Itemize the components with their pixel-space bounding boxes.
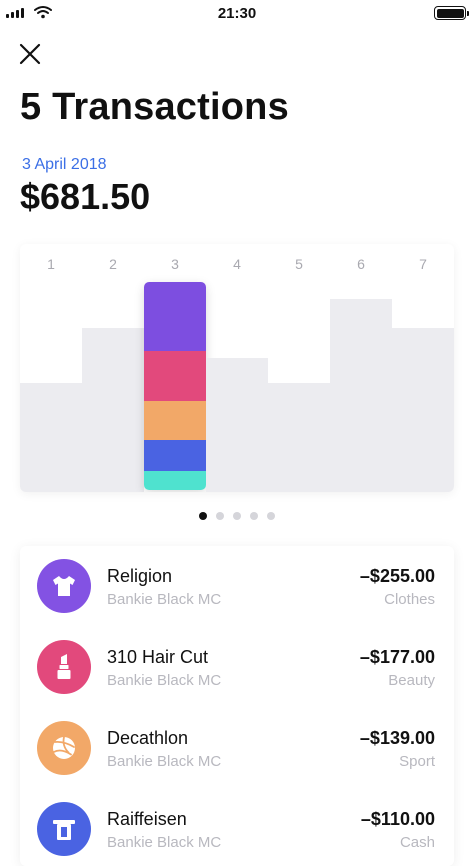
day-bar-1[interactable] bbox=[20, 383, 82, 492]
transaction-name: Raiffeisen bbox=[107, 809, 187, 829]
transaction-amount: –$255.00 bbox=[359, 566, 435, 586]
close-button[interactable] bbox=[18, 42, 42, 66]
transaction-account: Bankie Black MC bbox=[107, 672, 222, 689]
bar-segment-1 bbox=[144, 282, 206, 351]
transaction-row-decathlon[interactable]: Decathlon Bankie Black MC –$139.00 Sport bbox=[20, 708, 454, 789]
day-label-5[interactable]: 5 bbox=[268, 256, 330, 272]
daily-spending-chart[interactable]: 1234567 bbox=[20, 244, 454, 492]
tx-icon-circle bbox=[37, 802, 91, 856]
lipstick-icon bbox=[57, 654, 71, 679]
chart-pager[interactable] bbox=[0, 512, 474, 520]
atm-card-icon bbox=[53, 820, 75, 840]
day-label-6[interactable]: 6 bbox=[330, 256, 392, 272]
transaction-amount: –$177.00 bbox=[359, 647, 435, 667]
transaction-row-hair-cut[interactable]: 310 Hair Cut Bankie Black MC –$177.00 Be… bbox=[20, 627, 454, 708]
page-dot-2[interactable] bbox=[216, 512, 224, 520]
day-label-1[interactable]: 1 bbox=[20, 256, 82, 272]
tx-icon-circle bbox=[37, 721, 91, 775]
page-dot-3[interactable] bbox=[233, 512, 241, 520]
transaction-category: Sport bbox=[399, 753, 435, 770]
transaction-category: Beauty bbox=[388, 672, 435, 689]
volleyball-icon bbox=[52, 736, 75, 759]
transaction-row-raiffeisen[interactable]: Raiffeisen Bankie Black MC –$110.00 Cash bbox=[20, 789, 454, 866]
page-title: 5 Transactions bbox=[20, 86, 289, 128]
close-icon bbox=[19, 43, 41, 65]
transaction-row-religion[interactable]: Religion Bankie Black MC –$255.00 Clothe… bbox=[20, 546, 454, 627]
day-label-3[interactable]: 3 bbox=[144, 256, 206, 272]
transaction-date: 3 April 2018 bbox=[22, 156, 107, 173]
transaction-amount: –$139.00 bbox=[359, 728, 435, 748]
transaction-list: Religion Bankie Black MC –$255.00 Clothe… bbox=[20, 546, 454, 866]
transaction-name: 310 Hair Cut bbox=[107, 647, 209, 667]
battery-icon bbox=[434, 6, 469, 20]
transaction-account: Bankie Black MC bbox=[107, 753, 222, 770]
day-label-7[interactable]: 7 bbox=[392, 256, 454, 272]
day-bar-4[interactable] bbox=[206, 358, 268, 492]
tshirt-icon bbox=[53, 576, 75, 596]
status-bar: 21:30 bbox=[0, 0, 474, 28]
bar-segment-5 bbox=[144, 471, 206, 490]
status-time: 21:30 bbox=[217, 5, 257, 22]
page-dot-4[interactable] bbox=[250, 512, 258, 520]
day-bar-6[interactable] bbox=[330, 299, 392, 492]
transaction-amount: –$110.00 bbox=[360, 809, 435, 829]
day-bar-2[interactable] bbox=[82, 328, 144, 492]
selected-day-bar[interactable] bbox=[144, 282, 206, 490]
tx-icon-circle bbox=[37, 640, 91, 694]
transaction-name: Religion bbox=[107, 566, 173, 586]
page-dot-1[interactable] bbox=[199, 512, 207, 520]
transaction-name: Decathlon bbox=[107, 728, 189, 748]
bar-segment-2 bbox=[144, 350, 206, 401]
day-bar-5[interactable] bbox=[268, 383, 330, 492]
day-bar-7[interactable] bbox=[392, 328, 454, 492]
page-dot-5[interactable] bbox=[267, 512, 275, 520]
total-amount: $681.50 bbox=[20, 176, 151, 217]
day-label-2[interactable]: 2 bbox=[82, 256, 144, 272]
bar-segment-4 bbox=[144, 440, 206, 472]
bar-segment-3 bbox=[144, 400, 206, 441]
day-label-4[interactable]: 4 bbox=[206, 256, 268, 272]
tx-icon-circle bbox=[37, 559, 91, 613]
transaction-category: Clothes bbox=[384, 591, 435, 608]
transaction-account: Bankie Black MC bbox=[107, 591, 222, 608]
